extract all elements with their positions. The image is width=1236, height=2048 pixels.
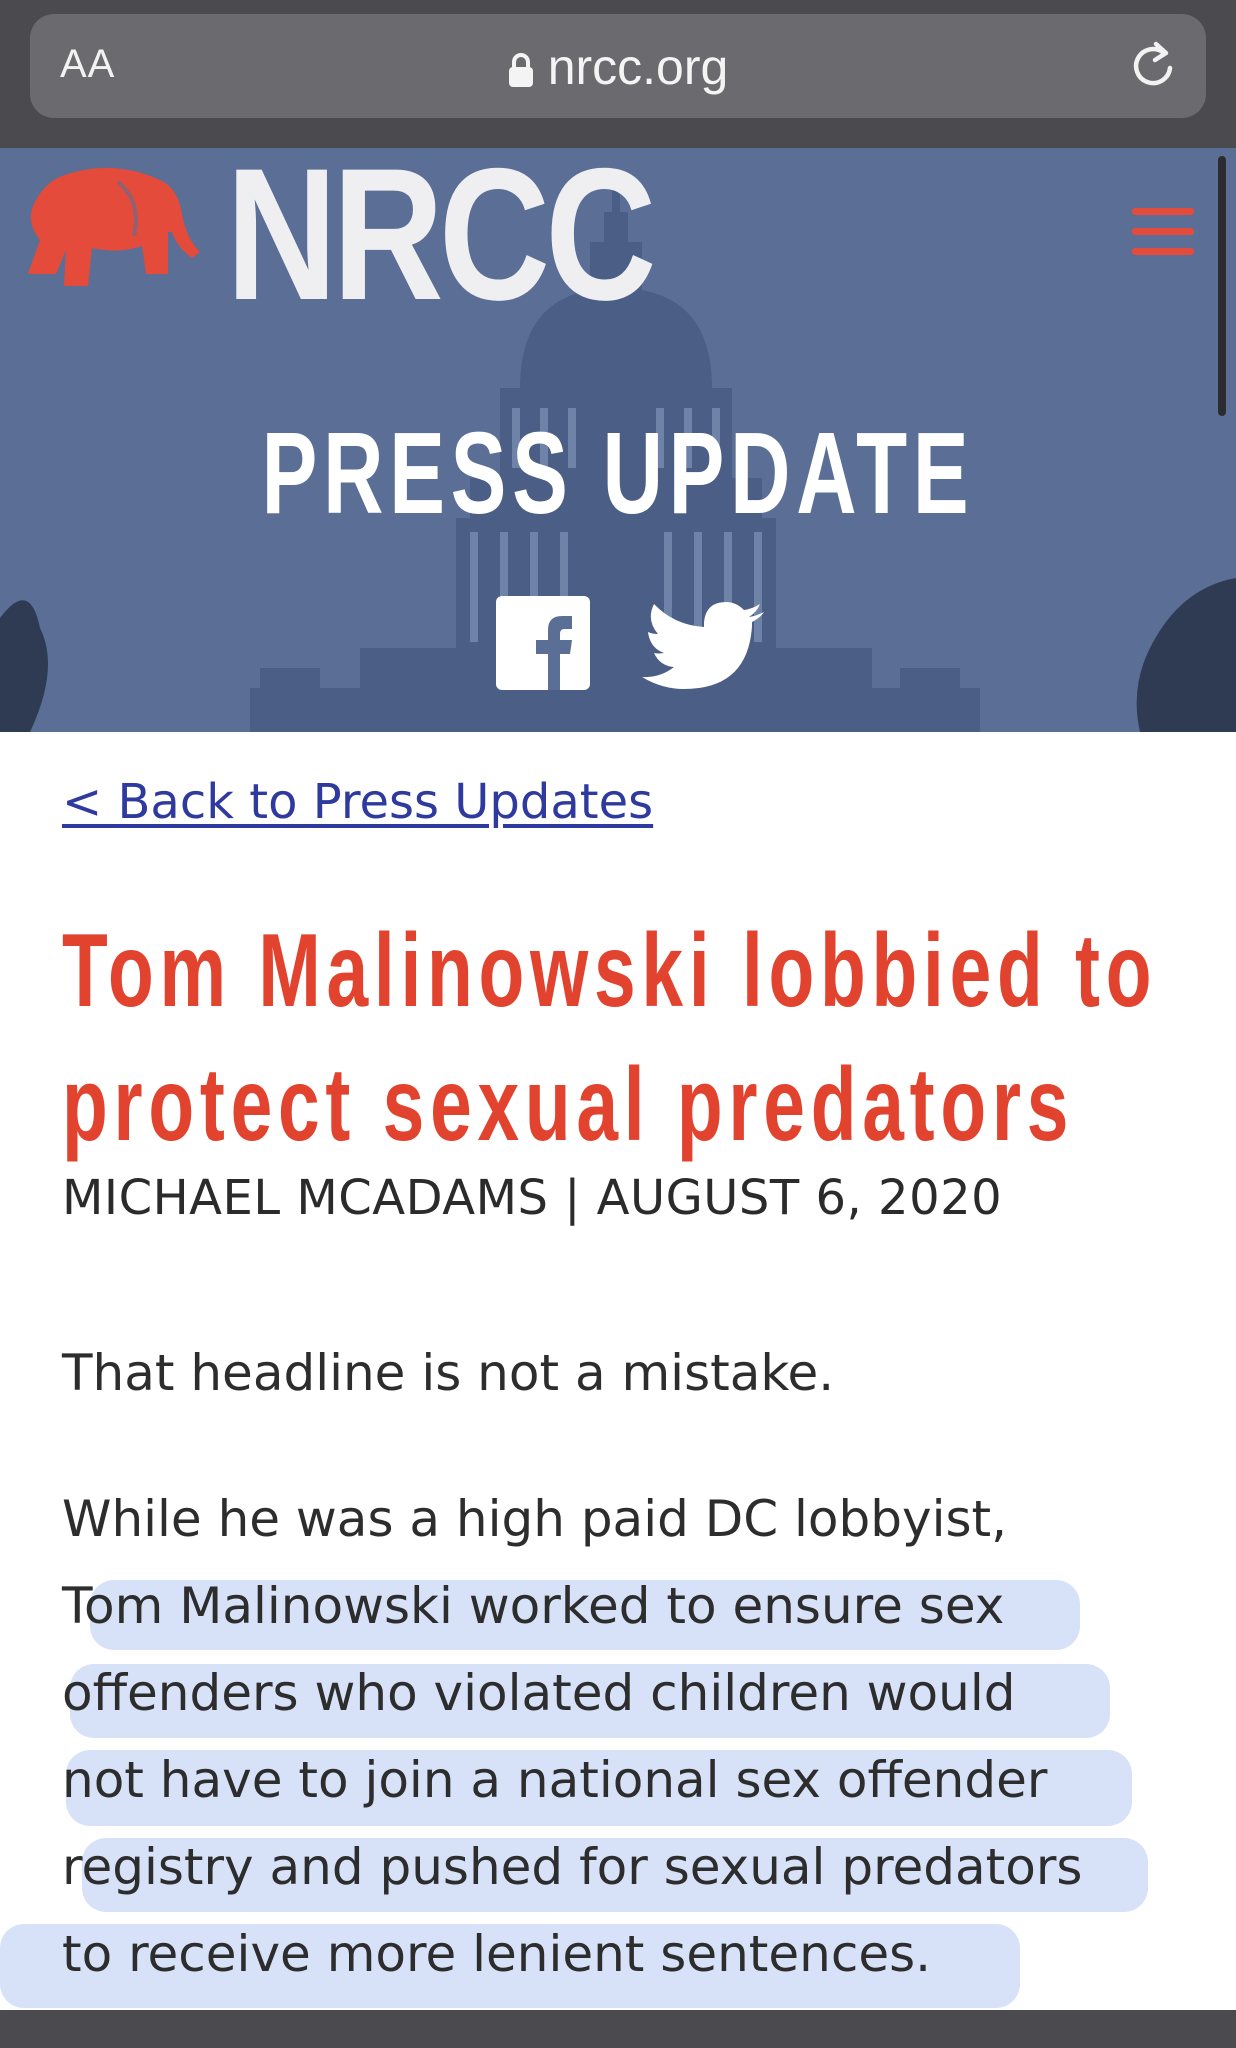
address-bar[interactable]: AA nrcc.org	[30, 14, 1206, 118]
paragraph-line: offenders who violated children would	[62, 1664, 1016, 1722]
paragraph-line: registry and pushed for sexual predators	[62, 1838, 1083, 1896]
article-paragraph-1: That headline is not a mistake.	[62, 1344, 835, 1402]
site-logo-text[interactable]: NRCC	[226, 148, 657, 328]
paragraph-line: to receive more lenient sentences.	[62, 1925, 932, 1983]
twitter-icon[interactable]	[640, 600, 768, 690]
url-display[interactable]: nrcc.org	[30, 38, 1206, 96]
scrollbar[interactable]	[1218, 156, 1226, 416]
url-text: nrcc.org	[547, 39, 729, 95]
menu-icon[interactable]	[1132, 208, 1194, 255]
browser-toolbar[interactable]	[0, 2010, 1236, 2048]
facebook-icon[interactable]	[496, 596, 590, 690]
article-byline: MICHAEL MCADAMS | AUGUST 6, 2020	[62, 1170, 1003, 1226]
article-headline: Tom Malinowski lobbied to protect sexual…	[62, 904, 1158, 1172]
headline-line-1: Tom Malinowski lobbied to	[62, 913, 1158, 1029]
headline-line-2: protect sexual predators	[62, 1047, 1075, 1163]
hero-banner: NRCC PRESS UPDATE	[0, 148, 1236, 732]
paragraph-line: Tom Malinowski worked to ensure sex	[62, 1577, 1005, 1635]
article-paragraph-2: While he was a high paid DC lobbyist, To…	[62, 1476, 1182, 1998]
back-to-press-updates-link[interactable]: < Back to Press Updates	[62, 774, 653, 830]
paragraph-line: While he was a high paid DC lobbyist,	[62, 1490, 1008, 1548]
reload-icon[interactable]	[1126, 38, 1182, 94]
section-title: PRESS UPDATE	[261, 408, 975, 538]
browser-chrome: AA nrcc.org	[0, 0, 1236, 148]
lock-icon	[508, 53, 533, 87]
elephant-logo-icon[interactable]	[22, 162, 202, 296]
paragraph-line: not have to join a national sex offender	[62, 1751, 1048, 1809]
